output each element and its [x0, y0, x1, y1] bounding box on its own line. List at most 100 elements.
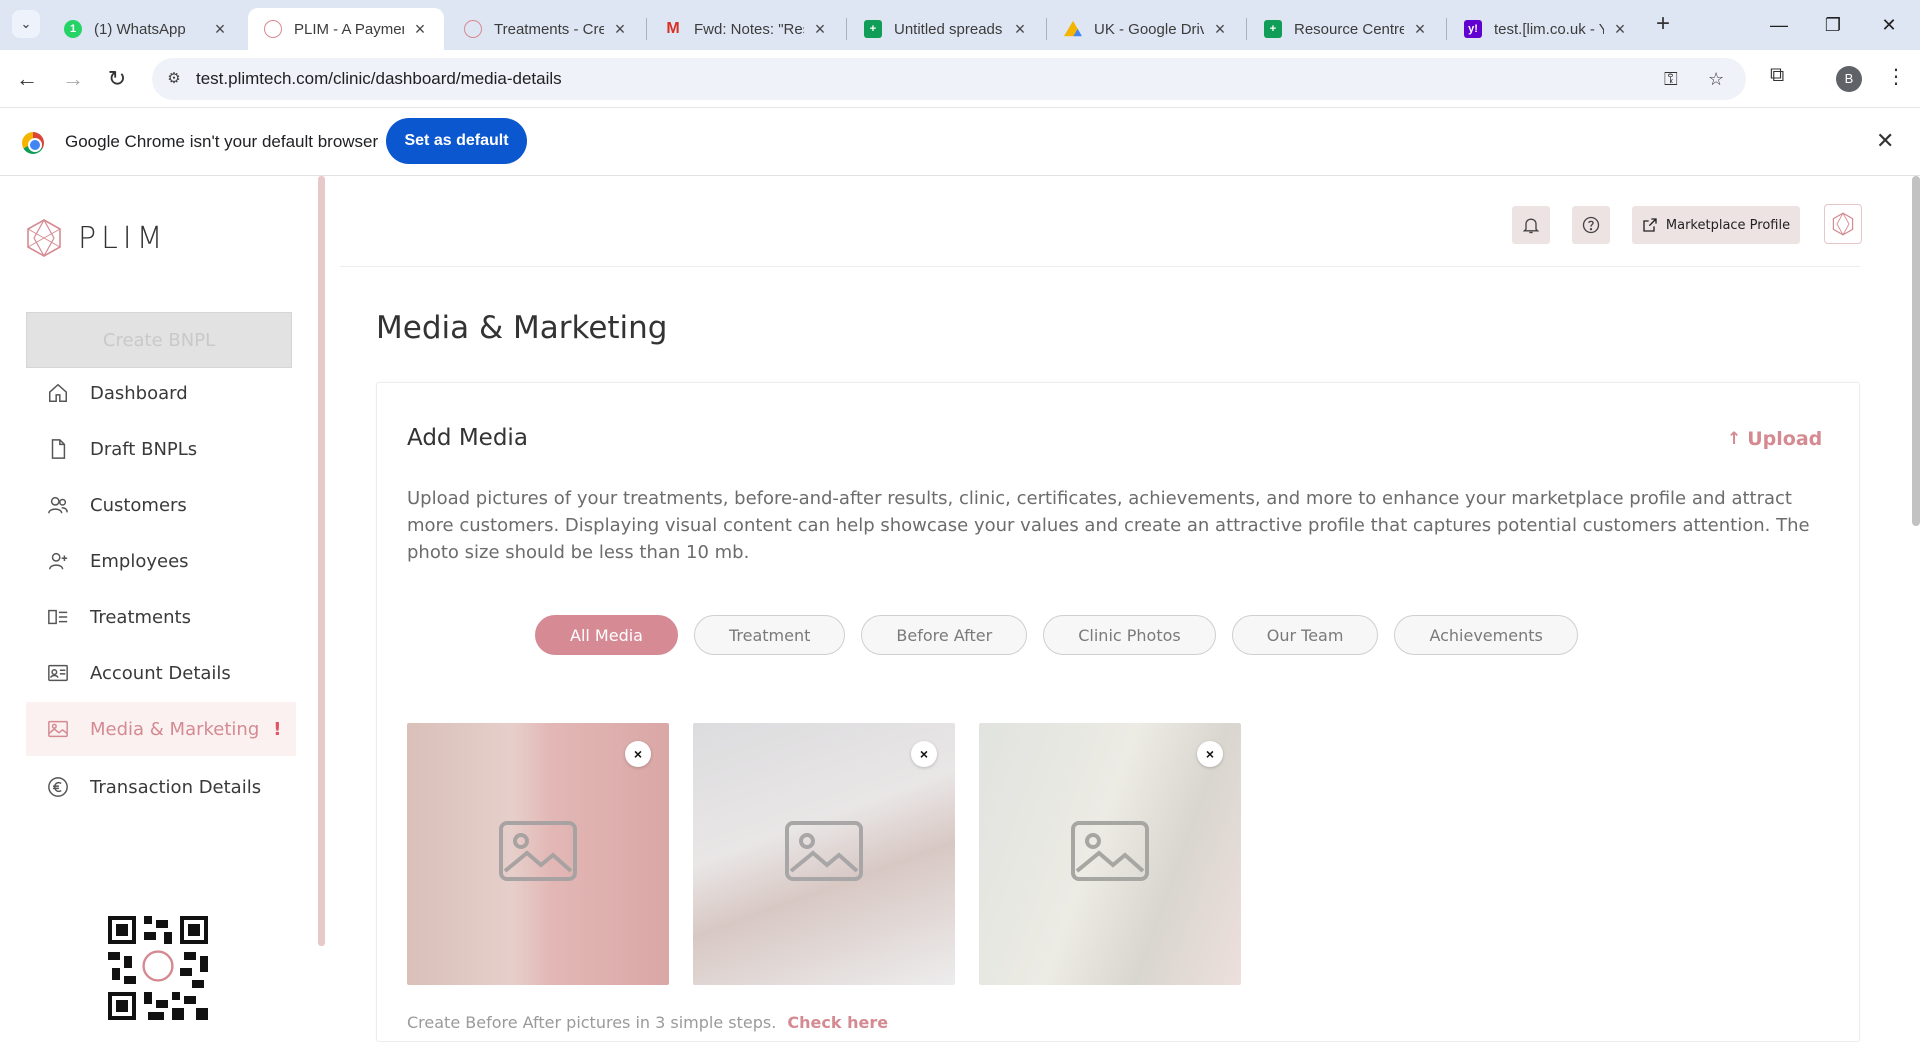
home-icon — [46, 381, 70, 405]
address-bar[interactable]: ⚙ test.plimtech.com/clinic/dashboard/med… — [152, 58, 1746, 100]
close-icon[interactable]: × — [1010, 19, 1030, 40]
profile-avatar[interactable]: B — [1836, 66, 1862, 92]
page-scrollbar[interactable] — [1912, 176, 1920, 526]
password-key-icon[interactable]: ⚿ — [1664, 69, 1678, 90]
sidebar-item-treatments[interactable]: Treatments — [26, 590, 296, 644]
close-icon[interactable]: × — [410, 19, 430, 40]
upload-arrow-icon: ↑ — [1727, 429, 1742, 449]
remove-media-button[interactable]: × — [625, 741, 651, 767]
marketplace-profile-button[interactable]: Marketplace Profile — [1632, 206, 1800, 244]
before-after-note: Create Before After pictures in 3 simple… — [407, 1013, 889, 1032]
tab-gmail[interactable]: M Fwd: Notes: "Res × — [648, 8, 844, 50]
tab-separator — [646, 18, 647, 40]
sidebar-item-employees[interactable]: Employees — [26, 534, 296, 588]
plim-logo-icon — [1832, 212, 1854, 236]
sidebar-item-account-details[interactable]: Account Details — [26, 646, 296, 700]
sidebar-item-media-marketing[interactable]: Media & Marketing ! — [26, 702, 296, 756]
infobar-message: Google Chrome isn't your default browser — [65, 132, 379, 151]
filter-all-media[interactable]: All Media — [535, 615, 678, 655]
tab-plim-payment[interactable]: PLIM - A Payment × — [248, 8, 444, 50]
url-text[interactable]: test.plimtech.com/clinic/dashboard/media… — [196, 69, 562, 89]
new-tab-button[interactable]: + — [1648, 10, 1678, 40]
forward-button[interactable]: → — [58, 64, 88, 94]
filter-our-team[interactable]: Our Team — [1231, 615, 1379, 655]
tab-google-drive[interactable]: UK - Google Driv × — [1048, 8, 1244, 50]
id-card-icon — [46, 661, 70, 685]
tab-separator — [1246, 18, 1247, 40]
menu-dots-icon[interactable]: ⋮ — [1886, 64, 1906, 89]
set-as-default-button[interactable]: Set as default — [386, 118, 527, 164]
gmail-icon: M — [666, 20, 680, 37]
tab-treatments[interactable]: Treatments - Cre × — [448, 8, 644, 50]
filter-treatment[interactable]: Treatment — [693, 615, 846, 655]
media-thumbnail[interactable]: × — [407, 723, 669, 985]
sidebar-item-dashboard[interactable]: Dashboard — [26, 366, 296, 420]
chevron-down-icon: ⌄ — [20, 16, 32, 31]
sidebar-item-transaction-details[interactable]: Transaction Details — [26, 760, 296, 814]
arrow-left-icon: ← — [16, 66, 38, 91]
plim-logo[interactable]: PLIM — [24, 218, 168, 258]
tab-separator — [1446, 18, 1447, 40]
close-icon[interactable]: ✕ — [1876, 128, 1894, 154]
back-button[interactable]: ← — [12, 64, 42, 94]
sidebar-scrollbar[interactable] — [318, 176, 325, 946]
window-close-button[interactable]: ✕ — [1866, 8, 1912, 42]
plim-logo-icon — [27, 218, 61, 258]
minimize-button[interactable]: — — [1756, 8, 1802, 42]
add-media-card: Add Media ↑ Upload Upload pictures of yo… — [376, 382, 1860, 1042]
plus-icon: + — [1655, 10, 1670, 37]
reload-button[interactable]: ↻ — [102, 64, 132, 94]
upload-button[interactable]: ↑ Upload — [1727, 428, 1822, 450]
image-placeholder-icon — [499, 821, 577, 881]
check-here-link[interactable]: Check here — [787, 1013, 888, 1032]
close-icon[interactable]: × — [1410, 19, 1430, 40]
arrow-right-icon: → — [62, 66, 84, 91]
help-icon — [1582, 216, 1600, 234]
drive-icon — [1064, 20, 1082, 37]
media-thumbnail[interactable]: × — [693, 723, 955, 985]
sidebar-item-draft-bnpls[interactable]: Draft BNPLs — [26, 422, 296, 476]
help-button[interactable] — [1572, 206, 1610, 244]
close-icon[interactable]: × — [210, 19, 230, 40]
sidebar-item-customers[interactable]: Customers — [26, 478, 296, 532]
tab-yahoo[interactable]: y! test.[lim.co.uk - Y × — [1448, 8, 1644, 50]
card-title: Add Media — [407, 425, 528, 451]
image-placeholder-icon — [785, 821, 863, 881]
notifications-button[interactable] — [1512, 206, 1550, 244]
close-icon[interactable]: × — [810, 19, 830, 40]
reload-icon: ↻ — [107, 66, 127, 91]
page-title: Media & Marketing — [376, 310, 668, 346]
tab-search-button[interactable]: ⌄ — [12, 10, 40, 38]
restore-button[interactable]: ❐ — [1810, 8, 1856, 42]
tab-resource-centre[interactable]: + Resource Centre × — [1248, 8, 1444, 50]
remove-media-button[interactable]: × — [1197, 741, 1223, 767]
filter-before-after[interactable]: Before After — [861, 615, 1028, 655]
tab-strip: ⌄ 1 (1) WhatsApp × PLIM - A Payment × Tr… — [0, 0, 1920, 50]
create-bnpl-button[interactable]: Create BNPL — [26, 312, 292, 368]
image-placeholder-icon — [1071, 821, 1149, 881]
whatsapp-icon: 1 — [64, 20, 82, 38]
users-icon — [46, 493, 70, 517]
euro-icon — [46, 775, 70, 799]
bookmark-star-icon[interactable]: ☆ — [1708, 69, 1724, 90]
filter-clinic-photos[interactable]: Clinic Photos — [1043, 615, 1216, 655]
bell-icon — [1522, 218, 1540, 234]
tab-separator — [846, 18, 847, 40]
media-filter-tabs: All Media Treatment Before After Clinic … — [535, 615, 1594, 655]
clinic-avatar-button[interactable] — [1824, 204, 1862, 244]
user-add-icon — [46, 549, 70, 573]
tab-spreadsheet[interactable]: + Untitled spreads × — [848, 8, 1044, 50]
sheets-icon: + — [1264, 20, 1282, 38]
qr-code — [108, 916, 208, 1020]
filter-achievements[interactable]: Achievements — [1394, 615, 1578, 655]
alert-badge: ! — [273, 718, 282, 740]
tab-whatsapp[interactable]: 1 (1) WhatsApp × — [48, 8, 244, 50]
treatments-icon — [46, 605, 70, 629]
extensions-icon[interactable]: ⧉ — [1770, 64, 1784, 87]
close-icon[interactable]: × — [1210, 19, 1230, 40]
close-icon[interactable]: × — [610, 19, 630, 40]
media-thumbnail[interactable]: × — [979, 723, 1241, 985]
site-settings-icon[interactable]: ⚙ — [164, 69, 184, 89]
remove-media-button[interactable]: × — [911, 741, 937, 767]
close-icon[interactable]: × — [1610, 19, 1630, 40]
